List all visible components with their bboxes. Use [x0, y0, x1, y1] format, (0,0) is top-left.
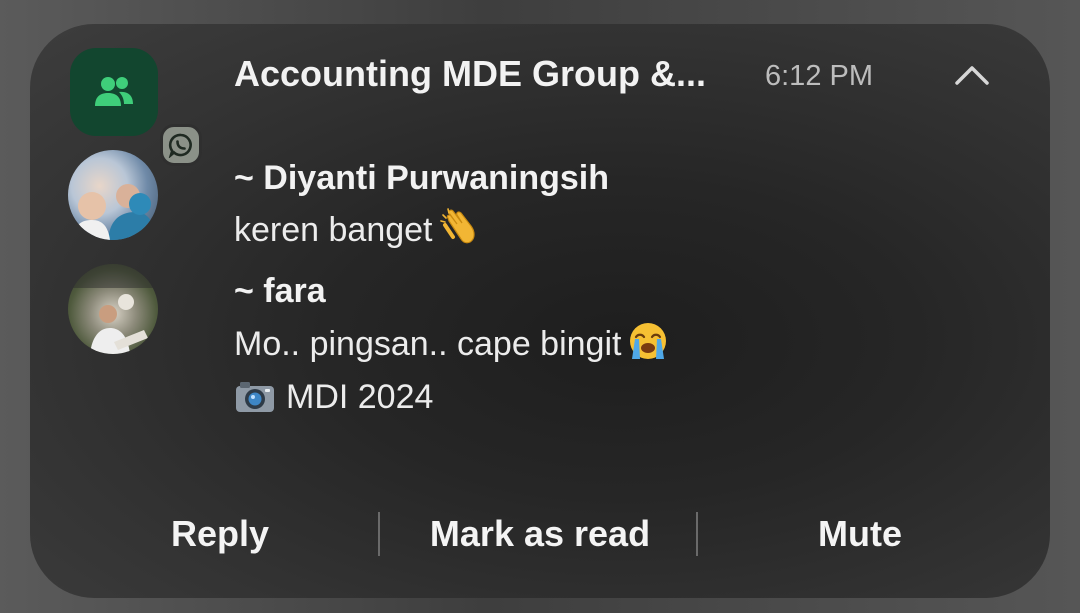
crying-face-emoji [627, 321, 669, 371]
divider [696, 512, 698, 556]
message-text: keren banget [234, 207, 477, 257]
group-title: Accounting MDE Group &... [234, 53, 706, 94]
notification-card[interactable]: Accounting MDE Group &... 6:12 PM ~ Diya… [30, 24, 1050, 598]
whatsapp-icon [160, 124, 202, 166]
action-bar: Reply Mark as read Mute [30, 506, 1050, 562]
attachment-row: MDI 2024 [234, 376, 433, 424]
chevron-up-icon[interactable] [952, 58, 992, 92]
people-icon [95, 77, 133, 106]
sender-name: ~ Diyanti Purwaningsih [234, 159, 610, 197]
message-text: Mo.. pingsan.. cape bingit [234, 321, 669, 371]
reply-button[interactable]: Reply [90, 506, 350, 562]
mute-button[interactable]: Mute [730, 506, 990, 562]
camera-emoji [234, 378, 276, 424]
mark-as-read-button[interactable]: Mark as read [400, 506, 680, 562]
attachment-label: MDI 2024 [286, 378, 434, 416]
divider [378, 512, 380, 556]
message-body: Mo.. pingsan.. cape bingit [234, 325, 622, 363]
message-body: keren banget [234, 211, 433, 249]
sender-name: ~ fara [234, 272, 326, 310]
avatar [68, 264, 158, 354]
notification-time: 6:12 PM [765, 60, 873, 92]
avatar [68, 150, 158, 240]
clapping-hands-emoji [439, 207, 477, 257]
group-chat-icon [70, 48, 202, 166]
